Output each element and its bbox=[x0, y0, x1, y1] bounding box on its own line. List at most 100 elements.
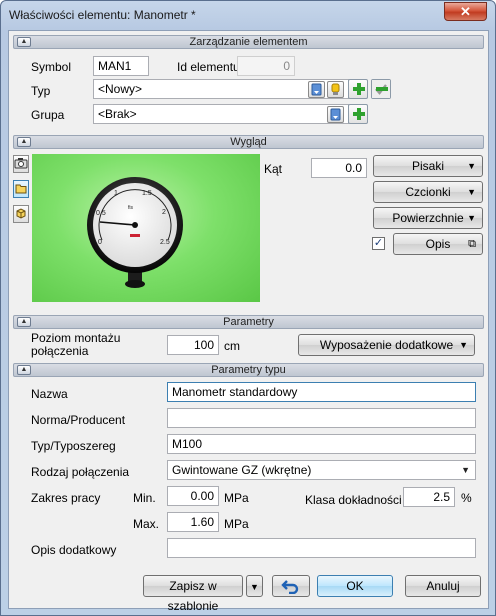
dial-tick-label: 1 bbox=[114, 190, 118, 197]
type-browse-button[interactable] bbox=[308, 81, 325, 98]
dropdown-arrow-icon: ▼ bbox=[459, 340, 468, 350]
close-icon: ✕ bbox=[460, 4, 471, 19]
mount-level-input[interactable]: 100 bbox=[167, 335, 219, 355]
mount-level-unit: cm bbox=[224, 339, 240, 353]
dial-tick-label: 1.5 bbox=[142, 190, 152, 197]
accuracy-label: Klasa dokładności bbox=[305, 493, 402, 507]
element-preview: 0 0.5 1 1.5 2 2.5 fis bbox=[32, 154, 260, 302]
connection-value: Gwintowane GZ (wkrętne) bbox=[172, 463, 312, 477]
window-title: Właściwości elementu: Manometr * bbox=[9, 8, 196, 22]
angle-input[interactable]: 0.0 bbox=[311, 158, 367, 178]
tab-3d-view[interactable] bbox=[13, 205, 29, 223]
type-label: Typ bbox=[31, 84, 51, 98]
cancel-button[interactable]: Anuluj bbox=[405, 575, 481, 597]
min-unit: MPa bbox=[224, 491, 249, 505]
standard-label: Norma/Producent bbox=[31, 413, 126, 427]
add-type-button[interactable] bbox=[348, 79, 368, 99]
dropdown-arrow-icon: ▼ bbox=[467, 213, 476, 223]
section-title: Parametry bbox=[223, 316, 274, 328]
max-label: Max. bbox=[133, 517, 160, 531]
library-icon bbox=[330, 108, 341, 121]
id-label: Id elementu bbox=[177, 60, 240, 74]
camera-icon bbox=[14, 158, 28, 169]
extra-desc-input[interactable] bbox=[167, 538, 476, 558]
mount-level-label: Poziom montażu połączenia bbox=[31, 331, 121, 358]
dial-tick-label: 2.5 bbox=[160, 239, 170, 246]
section-title: Parametry typu bbox=[211, 364, 286, 376]
close-button[interactable]: ✕ bbox=[444, 2, 487, 21]
surfaces-button-label: Powierzchnie bbox=[392, 211, 464, 225]
undo-button[interactable] bbox=[272, 575, 310, 597]
dial-brand: fis bbox=[128, 205, 134, 211]
type-value: <Nowy> bbox=[98, 82, 143, 96]
dialog-window: Właściwości elementu: Manometr * ✕ ▲ Zar… bbox=[0, 0, 496, 616]
save-template-button[interactable]: Zapisz w szablonie bbox=[143, 575, 243, 613]
dialog-client: ▲ Zarządzanie elementem Symbol MAN1 Id e… bbox=[8, 30, 489, 613]
max-input[interactable]: 1.60 bbox=[167, 512, 219, 532]
dropdown-arrow-icon: ▼ bbox=[250, 582, 259, 592]
description-checkbox[interactable]: ✓ bbox=[372, 237, 385, 250]
extra-equipment-button[interactable]: Wyposażenie dodatkowe ▼ bbox=[298, 334, 475, 356]
series-label: Typ/Typoszereg bbox=[31, 439, 116, 453]
extra-desc-label: Opis dodatkowy bbox=[31, 543, 117, 557]
save-template-dropdown[interactable]: ▼ bbox=[246, 575, 263, 597]
accuracy-input[interactable]: 2.5 bbox=[403, 487, 455, 507]
dial-tick-label: 0.5 bbox=[96, 210, 106, 217]
series-input[interactable]: M100 bbox=[167, 434, 476, 454]
cancel-button-label: Anuluj bbox=[426, 579, 460, 593]
title-bar[interactable]: Właściwości elementu: Manometr * ✕ bbox=[1, 1, 495, 29]
pens-button-label: Pisaki bbox=[411, 159, 444, 173]
max-unit: MPa bbox=[224, 517, 249, 531]
section-header-parameters[interactable]: ▲ Parametry bbox=[13, 315, 484, 329]
dial-tick-label: 0 bbox=[98, 239, 102, 246]
open-external-icon: ⧉ bbox=[468, 238, 476, 250]
fonts-button[interactable]: Czcionki ▼ bbox=[373, 181, 483, 203]
manometer-image: 0 0.5 1 1.5 2 2.5 fis bbox=[87, 177, 183, 288]
tab-photo[interactable] bbox=[13, 155, 29, 173]
connection-label: Rodzaj połączenia bbox=[31, 465, 130, 479]
undo-icon bbox=[281, 580, 299, 595]
dial-tick-label: 2 bbox=[162, 209, 166, 216]
bulb-icon bbox=[331, 83, 340, 95]
ok-button[interactable]: OK bbox=[317, 575, 393, 597]
type-favorite-button[interactable] bbox=[327, 81, 344, 98]
library-icon bbox=[311, 83, 322, 96]
angle-label: Kąt bbox=[264, 162, 283, 176]
dropdown-arrow-icon: ▼ bbox=[467, 187, 476, 197]
min-input[interactable]: 0.00 bbox=[167, 486, 219, 506]
group-value: <Brak> bbox=[98, 107, 137, 121]
pens-button[interactable]: Pisaki ▼ bbox=[373, 155, 483, 177]
section-header-type-parameters[interactable]: ▲ Parametry typu bbox=[13, 363, 484, 377]
surfaces-button[interactable]: Powierzchnie ▼ bbox=[373, 207, 483, 229]
symbol-input[interactable]: MAN1 bbox=[93, 56, 149, 76]
dropdown-arrow-icon: ▼ bbox=[461, 465, 470, 475]
dropdown-arrow-icon: ▼ bbox=[467, 161, 476, 171]
name-label: Nazwa bbox=[31, 387, 68, 401]
accuracy-unit: % bbox=[461, 491, 472, 505]
section-title: Zarządzanie elementem bbox=[189, 36, 308, 48]
section-header-appearance[interactable]: ▲ Wygląd bbox=[13, 135, 484, 149]
description-button-label: Opis bbox=[425, 237, 451, 251]
add-group-button[interactable] bbox=[348, 104, 368, 124]
cube-icon bbox=[16, 208, 26, 219]
confirm-type-button bbox=[371, 79, 391, 99]
ok-button-label: OK bbox=[346, 579, 364, 593]
standard-input[interactable] bbox=[167, 408, 476, 428]
tab-2d-view[interactable] bbox=[13, 180, 29, 198]
description-button[interactable]: Opis ⧉ bbox=[393, 233, 483, 255]
fonts-button-label: Czcionki bbox=[405, 185, 451, 199]
group-label: Grupa bbox=[31, 108, 65, 122]
section-title: Wygląd bbox=[230, 136, 267, 148]
symbol-label: Symbol bbox=[31, 60, 72, 74]
save-template-label: Zapisz w szablonie bbox=[167, 579, 219, 613]
range-label: Zakres pracy bbox=[31, 491, 101, 505]
name-input[interactable]: Manometr standardowy bbox=[167, 382, 476, 402]
extra-equipment-label: Wyposażenie dodatkowe bbox=[319, 338, 454, 352]
section-header-management[interactable]: ▲ Zarządzanie elementem bbox=[13, 35, 484, 49]
group-browse-button[interactable] bbox=[327, 106, 344, 123]
id-input: 0 bbox=[237, 56, 295, 76]
connection-select[interactable]: Gwintowane GZ (wkrętne) ▼ bbox=[167, 460, 476, 480]
group-input[interactable]: <Brak> bbox=[93, 104, 349, 124]
folder-view-icon bbox=[15, 184, 27, 194]
checkmark-icon bbox=[372, 80, 390, 98]
